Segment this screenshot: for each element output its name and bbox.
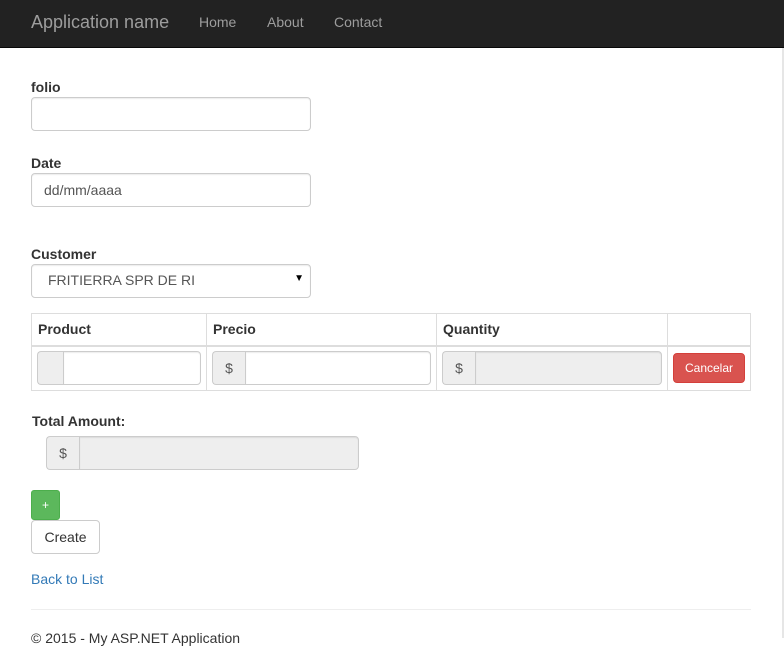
dropdown-caret-icon: ▼ <box>294 273 304 284</box>
precio-input[interactable] <box>245 351 431 386</box>
footer-text: © 2015 - My ASP.NET Application <box>31 630 241 646</box>
product-addon <box>37 351 63 386</box>
app-brand-link[interactable]: Application name <box>31 12 169 33</box>
column-header-quantity: Quantity <box>436 313 668 347</box>
customer-selected-value: FRITIERRA SPR DE RI <box>48 272 196 288</box>
footer-divider <box>31 609 751 610</box>
table-row: $ $ Cancelar <box>31 345 751 391</box>
create-button[interactable]: Create <box>31 520 100 554</box>
quantity-cell: $ <box>436 345 668 391</box>
column-header-precio: Precio <box>206 313 437 347</box>
date-label: Date <box>31 155 62 171</box>
nav-about-link[interactable]: About <box>267 14 304 30</box>
total-currency-addon: $ <box>46 436 79 470</box>
column-header-product: Product <box>31 313 207 347</box>
precio-currency-addon: $ <box>212 351 245 386</box>
product-cell <box>31 345 207 391</box>
top-navbar: Application name Home About Contact <box>0 0 784 48</box>
quantity-currency-addon: $ <box>442 351 475 386</box>
cancel-row-button[interactable]: Cancelar <box>673 353 745 384</box>
product-input[interactable] <box>63 351 201 386</box>
total-amount-label: Total Amount: <box>32 413 126 429</box>
add-row-button[interactable]: + <box>31 490 60 520</box>
actions-cell: Cancelar <box>667 345 751 391</box>
quantity-input <box>475 351 662 386</box>
precio-input-group: $ <box>212 351 431 386</box>
precio-cell: $ <box>206 345 437 391</box>
folio-input[interactable] <box>31 97 311 131</box>
nav-contact-link[interactable]: Contact <box>334 14 382 30</box>
back-to-list-link[interactable]: Back to List <box>31 571 103 587</box>
total-amount-input-group: $ <box>46 436 359 470</box>
date-input[interactable]: dd/mm/aaaa <box>31 173 311 207</box>
quantity-input-group: $ <box>442 351 662 386</box>
folio-label: folio <box>31 79 61 95</box>
customer-select[interactable]: FRITIERRA SPR DE RI ▼ <box>31 264 311 298</box>
nav-home-link[interactable]: Home <box>199 14 236 30</box>
date-input-placeholder: dd/mm/aaaa <box>44 182 122 198</box>
customer-label: Customer <box>31 246 97 262</box>
total-amount-input <box>79 436 359 470</box>
product-input-group <box>37 351 201 386</box>
products-table: Product Precio Quantity $ $ Cancelar <box>31 313 751 391</box>
column-header-actions <box>667 313 751 347</box>
